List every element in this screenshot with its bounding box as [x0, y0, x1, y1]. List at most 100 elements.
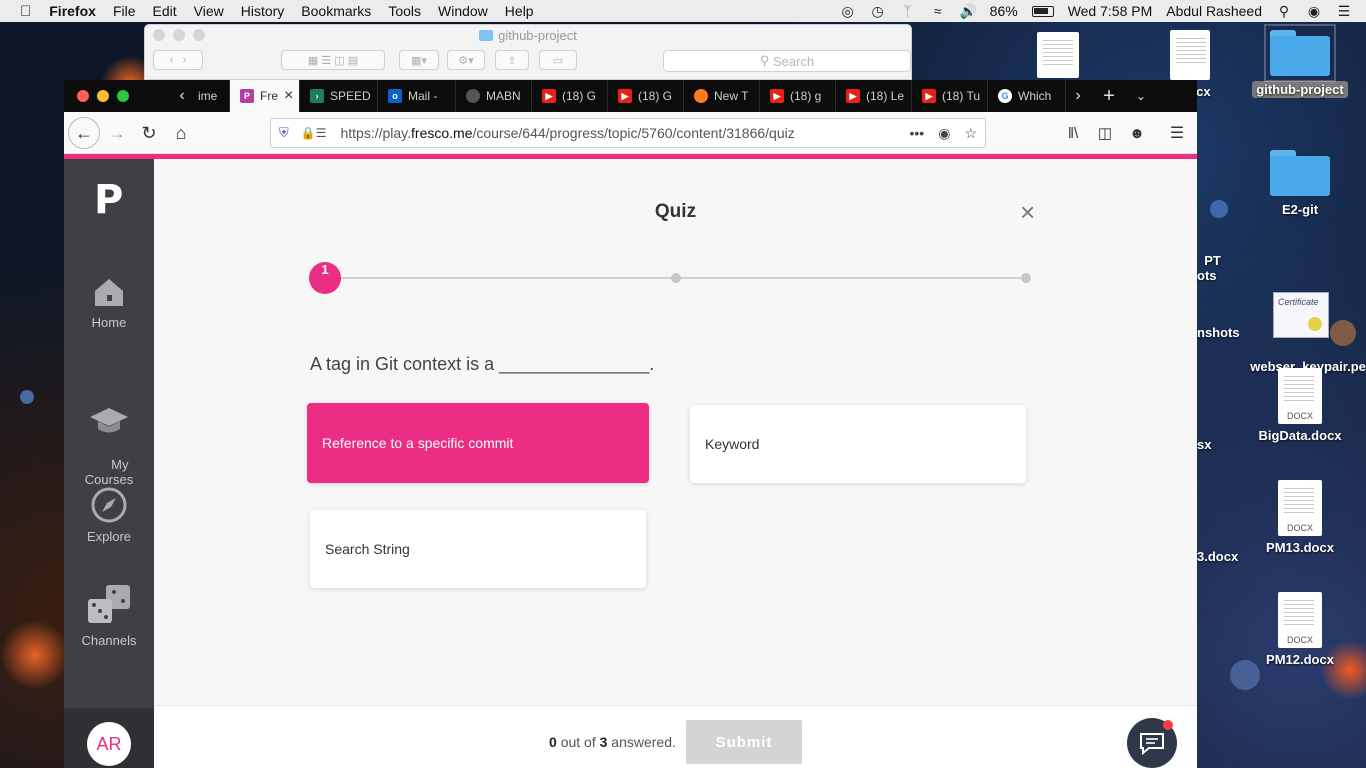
tab-mail[interactable]: o Mail -	[378, 80, 456, 112]
chevron-down-icon[interactable]: ⌄	[1126, 80, 1156, 112]
gear-icon[interactable]: ⚙▾	[447, 50, 485, 70]
zoom-window-button[interactable]	[117, 90, 129, 102]
time-machine-icon[interactable]: ◷	[870, 3, 886, 20]
answer-option-2[interactable]: Keyword	[690, 405, 1026, 483]
step-indicator-active[interactable]: 1	[309, 262, 341, 294]
menu-history[interactable]: History	[241, 3, 285, 19]
clock[interactable]: Wed 7:58 PM	[1068, 3, 1153, 19]
apple-menu-icon[interactable]: 	[20, 3, 31, 20]
dice-icon	[88, 585, 130, 623]
bluetooth-icon[interactable]: ᛉ	[900, 3, 916, 19]
menu-help[interactable]: Help	[505, 3, 534, 19]
sidebar-item-my-courses[interactable]: My Courses	[64, 376, 154, 502]
step-indicator-2[interactable]	[671, 273, 681, 283]
menu-app-name[interactable]: Firefox	[49, 3, 96, 19]
tab-youtube-4[interactable]: ▶ (18) Le	[836, 80, 912, 112]
menu-window[interactable]: Window	[438, 3, 488, 19]
avatar[interactable]: AR	[87, 722, 131, 766]
close-icon[interactable]: ×	[1020, 197, 1035, 228]
tab-speed[interactable]: › SPEED	[300, 80, 378, 112]
back-button[interactable]: ←	[68, 117, 100, 149]
menu-view[interactable]: View	[194, 3, 224, 19]
menu-edit[interactable]: Edit	[153, 3, 177, 19]
reload-button[interactable]: ↻	[134, 118, 164, 148]
pocket-icon[interactable]: ◉	[938, 125, 950, 142]
sidebar-toggle-icon[interactable]: ◫	[1090, 118, 1120, 148]
tracking-shield-icon[interactable]: ⛨	[279, 125, 289, 141]
battery-icon[interactable]	[1031, 5, 1054, 17]
desktop-file-top[interactable]	[1033, 32, 1083, 82]
quiz-panel: Quiz × 1 A tag in Git context is a _____…	[154, 159, 1197, 705]
desktop-file-xlsx[interactable]: sx	[1197, 437, 1237, 452]
spotlight-search-icon[interactable]: ⚲	[1276, 3, 1292, 20]
finder-view-toggle[interactable]: ▦ ☰ ◫ ▤	[281, 50, 385, 70]
new-tab-icon[interactable]: +	[1094, 80, 1124, 112]
desktop-folder-screenshots[interactable]: nshots	[1197, 325, 1240, 340]
tab-github[interactable]: MABN	[456, 80, 532, 112]
answer-option-1[interactable]: Reference to a specific commit	[307, 403, 649, 483]
submit-button[interactable]: Submit	[686, 720, 802, 764]
hamburger-menu-icon[interactable]: ☰	[1162, 118, 1192, 148]
step-indicator-3[interactable]	[1021, 273, 1031, 283]
answered-status: 0 out of 3 answered.	[549, 734, 676, 750]
close-tab-icon[interactable]: ×	[284, 87, 293, 105]
tab-google[interactable]: G Which	[988, 80, 1066, 112]
sidebar-item-channels[interactable]: Channels	[64, 583, 154, 648]
url-text[interactable]: https://play.fresco.me/course/644/progre…	[340, 125, 794, 141]
menu-bookmarks[interactable]: Bookmarks	[301, 3, 371, 19]
desktop-folder-e2-git[interactable]: E2-git	[1260, 150, 1340, 217]
library-icon[interactable]: ‖\	[1058, 118, 1088, 148]
notification-center-icon[interactable]: ☰	[1336, 3, 1352, 20]
desktop-folder-github-project[interactable]: github-project	[1252, 24, 1348, 98]
finder-arrange[interactable]: ▦▾	[399, 50, 439, 70]
fresco-logo[interactable]: P	[94, 177, 123, 223]
finder-search-input[interactable]: ⚲ Search	[663, 50, 911, 72]
menu-tools[interactable]: Tools	[388, 3, 421, 19]
tab-youtube-3[interactable]: ▶ (18) g	[760, 80, 836, 112]
youtube-icon: ▶	[618, 89, 632, 103]
tab-fresco-active[interactable]: P Fre ×	[230, 80, 300, 112]
close-window-button[interactable]	[77, 90, 89, 102]
share-icon[interactable]: ⇧	[495, 50, 529, 70]
account-icon[interactable]: ☻	[1122, 118, 1152, 148]
siri-icon[interactable]: ◉	[1306, 3, 1322, 20]
tag-icon[interactable]: ▭	[539, 50, 577, 70]
tab-0[interactable]: ime	[194, 80, 230, 112]
answer-option-3[interactable]: Search String	[310, 510, 646, 588]
tab-youtube-1[interactable]: ▶ (18) G	[532, 80, 608, 112]
volume-icon[interactable]: 🔊	[960, 3, 977, 20]
page-actions-icon[interactable]: •••	[910, 125, 925, 142]
finder-back-forward[interactable]: ‹ ›	[153, 50, 203, 70]
sidebar-item-explore[interactable]: Explore	[64, 487, 154, 544]
sidebar-item-home[interactable]: Home	[64, 275, 154, 330]
user-name[interactable]: Abdul Rasheed	[1166, 3, 1262, 19]
scroll-tabs-left-icon[interactable]: ‹	[170, 80, 194, 112]
tab-new-tab[interactable]: New T	[684, 80, 760, 112]
desktop-file-3-docx[interactable]: 3.docx	[1197, 549, 1238, 564]
url-bar[interactable]: ⛨ 🔒☰ https://play.fresco.me/course/644/p…	[270, 118, 986, 148]
menu-file[interactable]: File	[113, 3, 136, 19]
chat-button[interactable]	[1127, 718, 1177, 768]
navigation-toolbar: ← → ↻ ⌂ ⛨ 🔒☰ https://play.fresco.me/cour…	[64, 112, 1197, 154]
lock-icon[interactable]: 🔒☰	[301, 126, 327, 140]
scroll-tabs-right-icon[interactable]: ›	[1066, 80, 1090, 112]
desktop-file-pm12[interactable]: DOCX PM12.docx	[1256, 592, 1344, 667]
tab-bar: ‹ ime P Fre × › SPEED o Mail - MABN ▶ (1…	[64, 80, 1197, 112]
desktop-file-pm13[interactable]: DOCX PM13.docx	[1256, 480, 1344, 555]
battery-percent[interactable]: 86%	[990, 3, 1018, 19]
finder-window: github-project ‹ › ▦ ☰ ◫ ▤ ▦▾ ⚙▾ ⇧ ▭ ⚲ S…	[144, 24, 912, 80]
desktop-folder-partial[interactable]: PT ots	[1197, 150, 1227, 283]
tab-youtube-2[interactable]: ▶ (18) G	[608, 80, 684, 112]
minimize-window-button[interactable]	[97, 90, 109, 102]
bookmark-star-icon[interactable]: ☆	[964, 125, 977, 142]
speed-icon: ›	[310, 89, 324, 103]
home-button[interactable]: ⌂	[166, 118, 196, 148]
creative-cloud-icon[interactable]: ◎	[840, 3, 856, 20]
wifi-icon[interactable]: ≈	[930, 3, 946, 19]
compass-icon	[91, 487, 127, 523]
tab-youtube-5[interactable]: ▶ (18) Tu	[912, 80, 988, 112]
desktop-file-bigdata[interactable]: DOCX BigData.docx	[1256, 368, 1344, 443]
question-text: A tag in Git context is a ______________…	[310, 354, 655, 374]
forward-button[interactable]: →	[102, 118, 132, 148]
home-icon	[95, 279, 123, 306]
